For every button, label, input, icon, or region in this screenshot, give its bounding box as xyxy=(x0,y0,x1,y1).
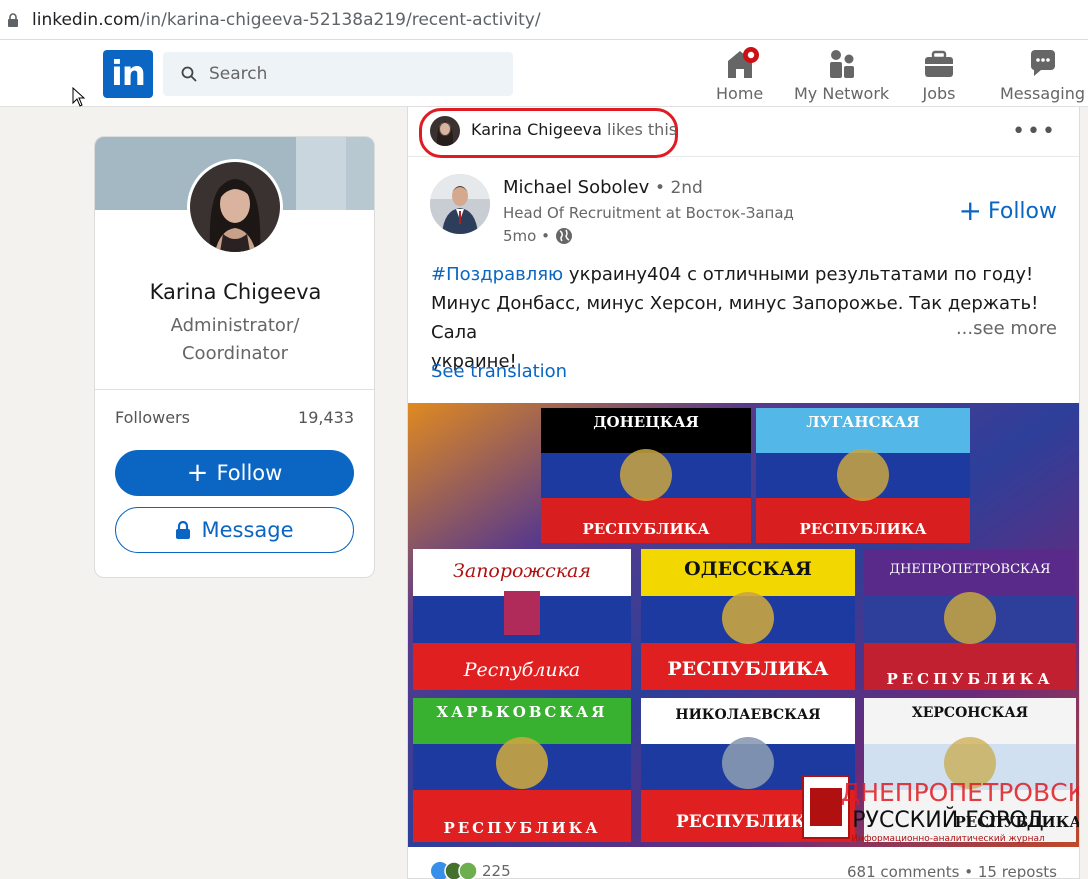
globe-icon xyxy=(555,228,572,244)
nav-my-network-label: My Network xyxy=(794,84,890,103)
author-photo xyxy=(430,174,490,234)
watermark-subtitle: Информационно-аналитический журнал xyxy=(851,834,1045,844)
nav-messaging[interactable]: Messaging xyxy=(1000,46,1085,103)
see-translation-link[interactable]: See translation xyxy=(431,361,567,382)
liker-action: likes this xyxy=(607,120,678,139)
followers-count: 19,433 xyxy=(298,408,354,427)
more-options-icon[interactable]: ••• xyxy=(1012,119,1057,144)
comments-reposts-count[interactable]: 681 comments • 15 reposts xyxy=(847,863,1057,879)
post-time: 5mo • xyxy=(503,227,550,245)
nav-jobs[interactable]: Jobs xyxy=(922,46,956,103)
watermark-title: РУССКИЙ ГОРОД xyxy=(852,807,1043,833)
image-watermark: ДНЕПРОПЕТРОВСК РУССКИЙ ГОРОД Информацион… xyxy=(802,775,1079,844)
logo-text: in xyxy=(111,54,146,94)
flag-donetsk-bottom: РЕСПУБЛИКА xyxy=(582,520,710,538)
nav-jobs-label: Jobs xyxy=(922,84,956,103)
flag-donetsk-top: ДОНЕЦКАЯ xyxy=(593,413,699,431)
network-icon xyxy=(829,50,854,78)
profile-title: Administrator/ Coordinator xyxy=(170,315,300,364)
plus-icon: + xyxy=(958,194,982,227)
flag-kharkov-bottom: РЕСПУБЛИКА xyxy=(443,819,600,837)
profile-card: Karina Chigeeva Administrator/ Coordinat… xyxy=(94,136,375,578)
profile-avatar[interactable] xyxy=(187,159,283,255)
flag-lugansk: ЛУГАНСКАЯ РЕСПУБЛИКА xyxy=(756,408,970,543)
flag-dnepropetrovsk-top: ДНЕПРОПЕТРОВСКАЯ xyxy=(890,562,1051,577)
home-icon xyxy=(727,47,759,78)
divider xyxy=(95,389,374,390)
flag-lugansk-top: ЛУГАНСКАЯ xyxy=(806,413,919,431)
author-avatar[interactable] xyxy=(430,174,490,234)
liker-name[interactable]: Karina Chigeeva xyxy=(471,120,602,139)
flag-odessa-bottom: РЕСПУБЛИКА xyxy=(668,658,830,680)
flag-zaporozhye: Запорожская Республика xyxy=(413,549,631,690)
profile-follow-button[interactable]: + Follow xyxy=(115,450,354,496)
feed-post: Karina Chigeeva likes this ••• Michael S… xyxy=(407,107,1080,879)
flag-dnepropetrovsk: ДНЕПРОПЕТРОВСКАЯ РЕСПУБЛИКА xyxy=(864,549,1076,690)
flag-kherson-top: ХЕРСОНСКАЯ xyxy=(912,705,1028,721)
flag-odessa: ОДЕССКАЯ РЕСПУБЛИКА xyxy=(641,549,855,690)
profile-name: Karina Chigeeva xyxy=(149,280,322,304)
flag-kharkov-top: ХАРЬКОВСКАЯ xyxy=(437,703,608,721)
see-more-link[interactable]: ...see more xyxy=(955,318,1057,339)
flag-zaporozhye-top: Запорожская xyxy=(453,560,591,582)
activity-text: Karina Chigeeva likes this xyxy=(471,120,677,139)
plus-icon: + xyxy=(186,458,209,488)
hashtag-link[interactable]: #Поздравляю xyxy=(431,264,563,285)
flag-nikolaev-bottom: РЕСПУБЛИКА xyxy=(676,812,820,832)
flag-lugansk-bottom: РЕСПУБЛИКА xyxy=(799,520,927,538)
followers-label: Followers xyxy=(115,408,190,427)
top-navigation: in Search Home My Network Jobs Messaging xyxy=(0,40,1088,107)
search-input[interactable]: Search xyxy=(163,52,513,96)
reaction-count: 225 xyxy=(482,862,511,879)
browser-url-bar[interactable]: linkedin.com/in/karina-chigeeva-52138a21… xyxy=(0,0,1088,40)
post-image[interactable]: ДОНЕЦКАЯ РЕСПУБЛИКА ЛУГАНСКАЯ РЕСПУБЛИКА… xyxy=(408,403,1079,847)
post-follow-button[interactable]: + Follow xyxy=(959,197,1057,225)
author-name-text: Michael Sobolev xyxy=(503,177,650,198)
liker-photo xyxy=(430,116,460,146)
post-follow-label: Follow xyxy=(987,198,1057,224)
url-path: /in/karina-chigeeva-52138a219/recent-act… xyxy=(139,9,541,30)
flag-kharkov: ХАРЬКОВСКАЯ РЕСПУБЛИКА xyxy=(413,698,631,842)
connection-degree: • 2nd xyxy=(655,178,703,198)
flag-odessa-top: ОДЕССКАЯ xyxy=(684,558,812,580)
linkedin-logo[interactable]: in xyxy=(103,50,153,98)
social-activity-header: Karina Chigeeva likes this ••• xyxy=(408,107,1079,158)
liker-avatar[interactable] xyxy=(430,116,460,146)
messaging-icon xyxy=(1030,50,1055,76)
author-headline: Head Of Recruitment at Восток-Запад xyxy=(503,204,794,222)
nav-my-network[interactable]: My Network xyxy=(794,46,889,103)
profile-follow-label: Follow xyxy=(216,461,283,485)
profile-message-label: Message xyxy=(201,518,294,542)
reaction-summary[interactable]: 225 xyxy=(430,861,511,879)
post-line1: украину404 с отличными результатами по г… xyxy=(563,264,1034,285)
post-timestamp: 5mo • xyxy=(503,227,573,245)
reaction-icons xyxy=(431,861,478,879)
search-icon xyxy=(181,66,197,82)
search-placeholder: Search xyxy=(209,64,268,84)
author-name[interactable]: Michael Sobolev • 2nd xyxy=(503,177,703,198)
flag-nikolaev-top: НИКОЛАЕВСКАЯ xyxy=(675,707,820,723)
lock-icon xyxy=(176,521,191,539)
flag-dnepropetrovsk-bottom: РЕСПУБЛИКА xyxy=(886,670,1053,688)
nav-home-label: Home xyxy=(716,84,764,103)
lock-icon xyxy=(8,12,18,27)
url-domain: linkedin.com xyxy=(32,9,140,30)
flag-zaporozhye-bottom: Республика xyxy=(463,659,581,681)
nav-home[interactable]: Home xyxy=(716,46,763,103)
flag-donetsk: ДОНЕЦКАЯ РЕСПУБЛИКА xyxy=(541,408,751,543)
watermark-city: ДНЕПРОПЕТРОВСК xyxy=(841,778,1079,807)
mouse-cursor-icon xyxy=(72,87,86,107)
url-text[interactable]: linkedin.com/in/karina-chigeeva-52138a21… xyxy=(32,10,541,30)
briefcase-icon xyxy=(925,50,953,77)
profile-photo xyxy=(190,162,280,252)
nav-messaging-label: Messaging xyxy=(1000,84,1086,103)
profile-message-button[interactable]: Message xyxy=(115,507,354,553)
